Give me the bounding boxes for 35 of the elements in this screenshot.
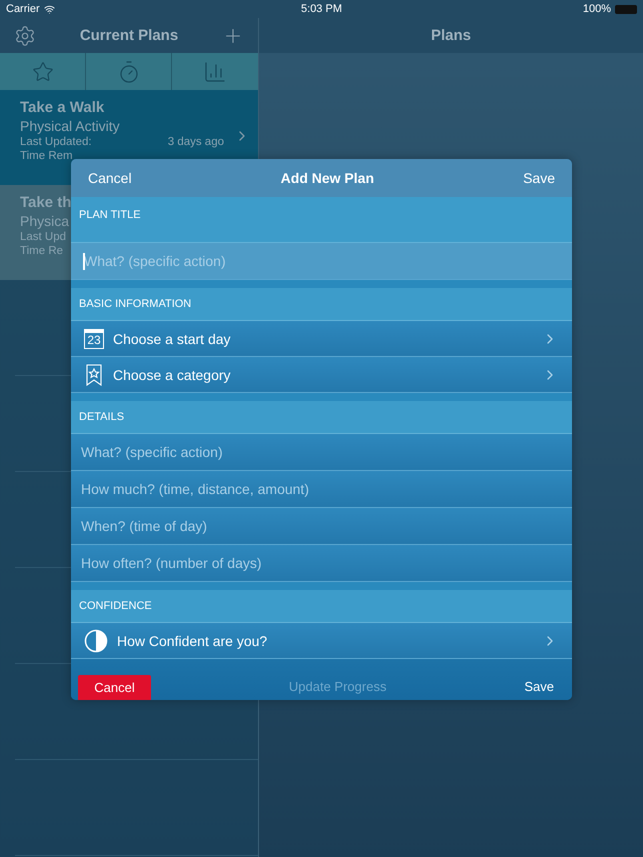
star-tab[interactable] xyxy=(0,53,86,90)
chart-tab[interactable] xyxy=(172,53,258,90)
text-field[interactable]: What? (specific action) xyxy=(71,243,572,280)
calendar-icon: 23 xyxy=(84,328,104,348)
section-header: DETAILS xyxy=(79,411,124,423)
cancel-button[interactable]: Cancel xyxy=(78,675,151,700)
text-field[interactable]: How much? (time, distance, amount) xyxy=(71,471,572,508)
battery-percent: 100% xyxy=(582,3,611,15)
timer-tab[interactable] xyxy=(86,53,172,90)
carrier-label: Carrier xyxy=(6,3,40,15)
text-cursor xyxy=(83,253,85,270)
save-button[interactable]: Save xyxy=(523,170,555,186)
nav-title: Plans xyxy=(430,27,472,44)
section-header: BASIC INFORMATION xyxy=(79,298,192,310)
half-circle-icon xyxy=(84,628,108,652)
picker-row[interactable]: How Confident are you? xyxy=(71,623,572,659)
clock: 5:03 PM xyxy=(301,3,342,15)
section-header: CONFIDENCE xyxy=(79,600,152,612)
cancel-button[interactable]: Cancel xyxy=(88,170,132,186)
text-field[interactable]: When? (time of day) xyxy=(71,508,572,545)
section-header: PLAN TITLE xyxy=(79,209,141,221)
settings-button[interactable] xyxy=(14,24,36,46)
text-field[interactable]: How often? (number of days) xyxy=(71,545,572,582)
bookmark-star-icon xyxy=(84,364,104,386)
dialog-title: Add New Plan xyxy=(280,170,374,186)
picker-row[interactable]: 23 Choose a start day xyxy=(71,321,572,357)
picker-row[interactable]: Choose a category xyxy=(71,357,572,393)
wifi-icon xyxy=(44,4,55,14)
text-field[interactable]: What? (specific action) xyxy=(71,434,572,471)
nav-title: Current Plans xyxy=(80,27,178,44)
battery-icon xyxy=(615,4,637,14)
settings-icon xyxy=(14,24,36,46)
save-button[interactable]: Save xyxy=(524,673,554,700)
star-icon xyxy=(32,60,54,82)
bar-chart-icon xyxy=(203,60,227,84)
